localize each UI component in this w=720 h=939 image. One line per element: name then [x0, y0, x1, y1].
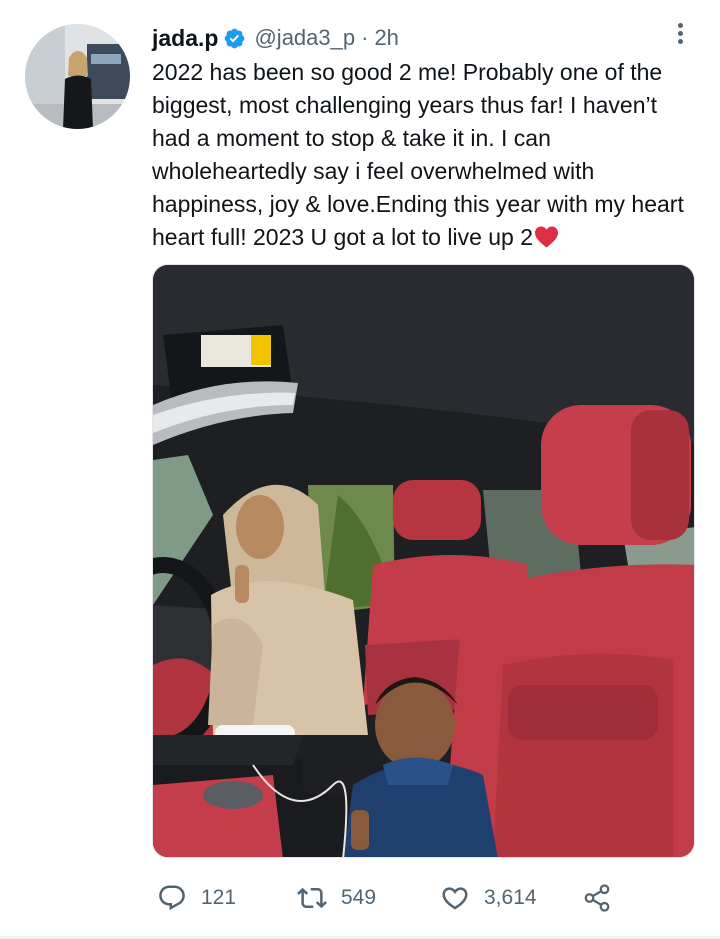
- tweet-actions: 121 549 3,614: [152, 876, 622, 920]
- reply-icon: [159, 885, 185, 911]
- retweet-count: 549: [341, 886, 377, 909]
- reply-button[interactable]: 121: [157, 883, 236, 913]
- share-button[interactable]: [582, 883, 612, 913]
- like-count: 3,614: [484, 886, 537, 909]
- tweet-photo[interactable]: [152, 264, 695, 858]
- tweet-text-content: 2022 has been so good 2 me! Probably one…: [152, 59, 684, 250]
- retweet-icon: [297, 887, 327, 909]
- tweet: jada.p @jada3_p · 2h 2022 has been so go…: [0, 0, 720, 939]
- photo-car-interior: [153, 265, 694, 857]
- timestamp[interactable]: 2h: [374, 25, 398, 51]
- like-button[interactable]: 3,614: [440, 883, 537, 913]
- tweet-header: jada.p @jada3_p · 2h: [152, 22, 399, 54]
- retweet-button[interactable]: 549: [297, 883, 376, 913]
- avatar[interactable]: [25, 24, 130, 129]
- red-heart-emoji: [534, 224, 559, 248]
- display-name[interactable]: jada.p: [152, 25, 218, 52]
- tweet-text: 2022 has been so good 2 me! Probably one…: [152, 56, 692, 254]
- verified-badge-icon: [223, 27, 246, 50]
- share-icon: [584, 884, 610, 912]
- separator-dot: ·: [361, 25, 369, 50]
- more-vertical-icon[interactable]: [670, 20, 690, 50]
- handle[interactable]: @jada3_p: [254, 25, 355, 51]
- heart-icon: [442, 887, 468, 910]
- reply-count: 121: [201, 886, 237, 909]
